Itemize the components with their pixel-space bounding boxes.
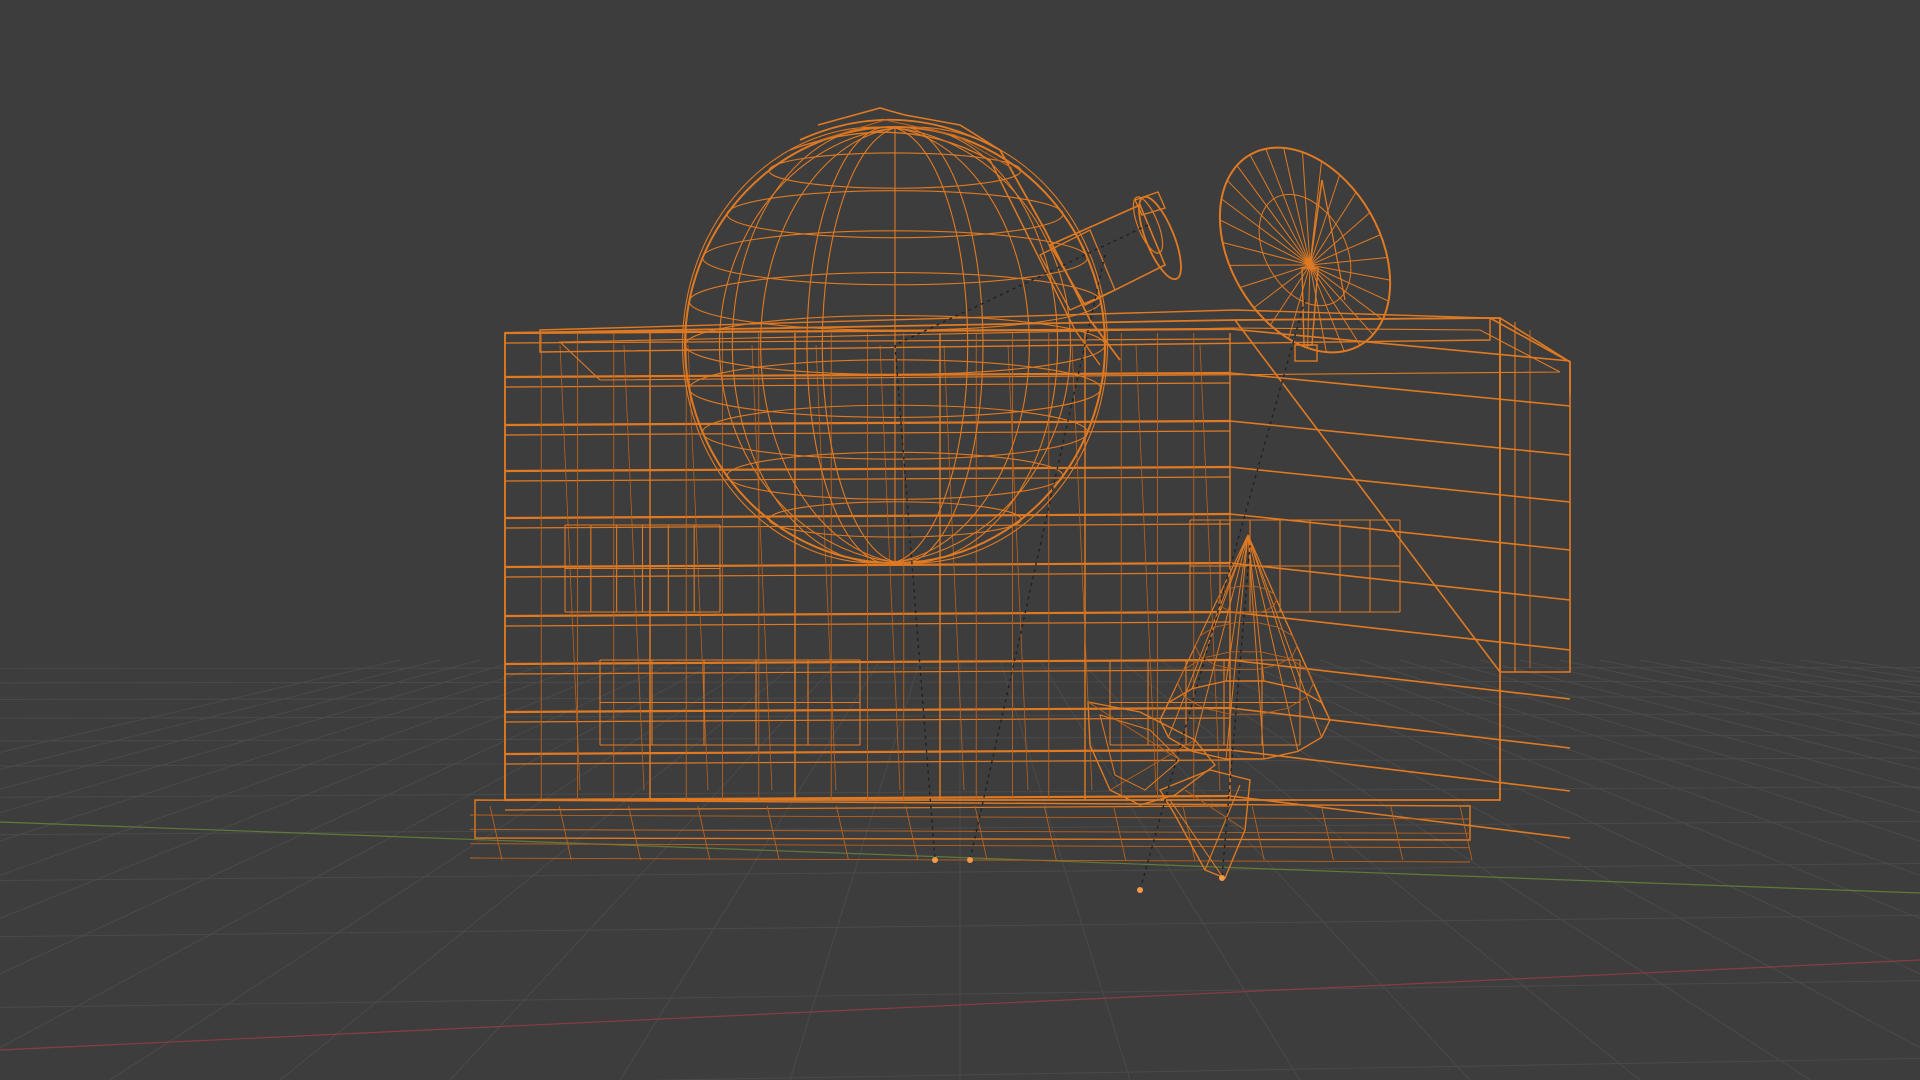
grid-line (0, 659, 441, 770)
tree-cone-base (1320, 702, 1331, 721)
inner-column (879, 344, 901, 791)
grid-line (1799, 659, 1920, 679)
tree-cone-ring (1177, 668, 1185, 684)
dish-rib (1269, 264, 1311, 326)
dish-rib (1309, 234, 1381, 266)
floor-slab-side (1229, 466, 1571, 503)
grid-line (279, 659, 801, 1080)
base-tile (766, 805, 780, 861)
dome-telescope-wireframe[interactable] (1039, 191, 1189, 311)
dish-rib (1309, 257, 1388, 266)
base-tile (905, 805, 919, 861)
floor-slab-side (1229, 611, 1571, 651)
dish-rib (1307, 264, 1311, 348)
grid-line (0, 667, 1920, 669)
dish-rib (1226, 180, 1311, 266)
grid-line (109, 659, 761, 1080)
dish-rib (1249, 154, 1311, 266)
wire-edge (1109, 739, 1196, 791)
grid-line (0, 659, 601, 876)
dome-hatch-edge (819, 119, 1013, 169)
grid-line (0, 659, 561, 842)
dome-longitude (731, 126, 1030, 564)
base-tile (469, 828, 1471, 834)
grid-line (0, 659, 481, 790)
floor-slab-side (1229, 707, 1571, 749)
dome-longitude (760, 126, 1059, 564)
object-origin-dot (1137, 887, 1143, 893)
inner-column (623, 344, 645, 791)
wire-edge (1169, 799, 1223, 877)
base-tile (628, 805, 642, 861)
relationship-line (894, 224, 1149, 346)
base-tile (1113, 805, 1127, 861)
base-step (474, 799, 1471, 841)
tree-cone-base (1320, 719, 1331, 738)
building-outline (504, 317, 1501, 801)
floor-slab-edge (504, 805, 1231, 811)
grid-line (1759, 659, 1920, 687)
grid-line (619, 659, 881, 1080)
base-tile (469, 843, 1471, 849)
grid-line (1239, 659, 1920, 975)
base-tile (974, 805, 988, 861)
grid-line (1519, 659, 1920, 753)
tree-cone-ring (1260, 651, 1289, 659)
tree-cone-ring (1194, 635, 1201, 647)
grid-line (1439, 659, 1920, 790)
grid-line (1319, 659, 1920, 876)
object-origin-dot (967, 857, 973, 863)
grid-line (789, 659, 921, 1080)
tree-cone-ring (1291, 635, 1298, 647)
grid-line (1599, 659, 1920, 726)
floor-grid (0, 659, 1920, 1080)
grid-line (0, 659, 521, 814)
tree-cone-ring (1194, 645, 1201, 657)
tree-cone-ring (1306, 682, 1315, 698)
grid-line (1399, 659, 1920, 814)
grid-line (449, 659, 841, 1080)
tree-cone-ring (1306, 668, 1315, 684)
inner-column (1199, 344, 1221, 791)
tree-cone-ring (1291, 645, 1298, 657)
base-tile (1043, 805, 1057, 861)
object-origin-dot (1219, 875, 1225, 881)
object-origin-dot (932, 857, 938, 863)
dish-rib (1288, 264, 1311, 339)
grid-line (1719, 659, 1920, 695)
tree-cone-ring (1273, 593, 1278, 600)
dish-rib (1221, 198, 1311, 266)
3d-viewport[interactable] (0, 0, 1920, 1080)
grid-line (0, 659, 681, 975)
tree-cone-ring (1257, 622, 1279, 628)
dish-feed-arm (1309, 179, 1323, 266)
base-tile (835, 805, 849, 861)
grid-line (1639, 659, 1920, 714)
tree-cone-base (1159, 702, 1170, 721)
grid-line (0, 659, 721, 1049)
telescope-lens (1138, 195, 1182, 281)
floor-slab-side (1229, 795, 1571, 839)
tree-cone-ring (1214, 664, 1235, 670)
grid-line (0, 659, 401, 753)
base-tile (697, 805, 711, 861)
grid-line (1359, 659, 1920, 842)
building-wireframe[interactable] (469, 309, 1571, 863)
inner-column (943, 344, 965, 791)
dish-rib (1239, 264, 1311, 288)
floor-slab-side (1229, 372, 1571, 407)
floor-slab-side (1229, 420, 1571, 456)
wireframe-scene[interactable] (0, 0, 1920, 1080)
inner-column (687, 344, 709, 791)
observatory-dome-wireframe[interactable] (681, 107, 1121, 564)
grid-line (1159, 659, 1811, 1080)
tree-cone-ring (1273, 599, 1278, 607)
base-tile (558, 805, 572, 861)
wire-edge (1204, 784, 1241, 871)
roof-deck (558, 327, 1561, 381)
tree-cone-base (1297, 736, 1322, 752)
dome-hatch (817, 107, 1001, 151)
tree-cone-ring (1257, 664, 1279, 670)
base-tile (469, 814, 1471, 820)
